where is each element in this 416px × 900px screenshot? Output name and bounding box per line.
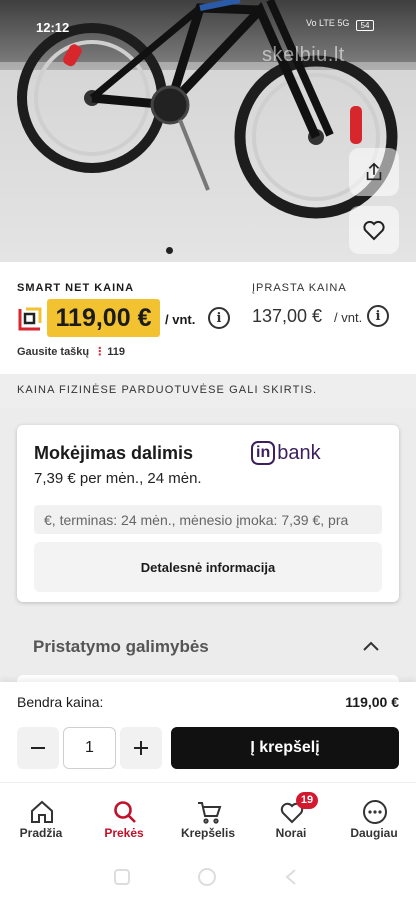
plus-icon (134, 741, 148, 755)
network-indicator: Vo LTE 5G (306, 18, 350, 28)
installment-card: Mokėjimas dalimis 7,39 € per mėn., 24 mė… (17, 425, 399, 602)
battery-icon: 54 (356, 20, 374, 31)
points-icon: ⋮ (94, 346, 106, 358)
nav-label-cart: Krepšelis (180, 826, 236, 840)
home-system-icon[interactable] (196, 866, 218, 888)
installment-terms-ticker: €, terminas: 24 mėn., mėnesio įmoka: 7,3… (34, 505, 382, 534)
carousel-indicator[interactable] (166, 247, 173, 254)
info-icon[interactable]: i (208, 307, 230, 329)
add-to-cart-button[interactable]: Į krepšelį (171, 727, 399, 769)
wishlist-button[interactable] (349, 206, 399, 254)
nav-label-wishlist: Norai (275, 826, 307, 840)
regular-price-value: 137,00 € (252, 306, 323, 326)
inbank-logo: in bank (251, 441, 321, 465)
back-icon[interactable] (283, 868, 299, 886)
more-icon (363, 800, 387, 824)
product-image[interactable]: 12:12 Vo LTE 5G 54 skelbiu.lt (0, 0, 416, 262)
installment-title: Mokėjimas dalimis (34, 443, 194, 463)
nav-item-home[interactable]: Pradžia (1, 783, 81, 853)
inbank-logo-in: in (251, 441, 276, 465)
search-icon (114, 801, 136, 823)
share-icon (366, 162, 382, 181)
nav-label-products: Prekės (104, 826, 144, 840)
watermark: skelbiu.lt (262, 44, 345, 66)
quantity-increase-button[interactable] (120, 727, 162, 769)
nav-item-wishlist[interactable]: 19 Norai (251, 783, 331, 853)
total-value: 119,00 € (345, 694, 399, 710)
status-bar: 12:12 Vo LTE 5G 54 (0, 0, 416, 35)
smart-price-unit: / vnt. (165, 312, 196, 327)
nav-item-more[interactable]: Daugiau (334, 783, 414, 853)
nav-label-more: Daugiau (350, 826, 398, 840)
system-navigation-bar (0, 852, 416, 900)
heart-icon (363, 220, 385, 241)
quantity-input[interactable]: 1 (63, 727, 116, 769)
nav-label-home: Pradžia (19, 826, 63, 840)
points-value: 119 (107, 346, 125, 358)
minus-icon (31, 747, 45, 749)
loyalty-points: Gausite taškų ⋮ 119 (17, 345, 125, 358)
installment-subtitle: 7,39 € per mėn., 24 mėn. (34, 470, 202, 487)
purchase-bar: Bendra kaina: 119,00 € 1 Į krepšelį (0, 682, 416, 782)
smart-price-value: 119,00 € (47, 299, 160, 337)
delivery-section-title[interactable]: Pristatymo galimybės (33, 637, 209, 657)
points-label: Gausite taškų (17, 346, 90, 358)
regular-price-unit: / vnt. (334, 310, 363, 325)
nav-item-cart[interactable]: Krepšelis (168, 783, 248, 853)
regular-price-label: ĮPRASTA KAINA (252, 282, 347, 294)
info-icon[interactable]: i (367, 305, 389, 327)
nav-item-products[interactable]: Prekės (84, 783, 164, 853)
status-time: 12:12 (36, 20, 70, 35)
share-button[interactable] (349, 148, 399, 196)
price-notice: KAINA FIZINĖSE PARDUOTUVĖSE GALI SKIRTIS… (0, 374, 416, 408)
chevron-up-icon[interactable] (362, 640, 380, 652)
recent-apps-icon[interactable] (113, 868, 131, 886)
cart-icon (198, 802, 222, 824)
details-button[interactable]: Detalesnė informacija (34, 542, 382, 592)
inbank-logo-bank: bank (277, 441, 321, 464)
wishlist-count-badge: 19 (296, 792, 318, 809)
smart-net-logo (18, 307, 42, 331)
total-label: Bendra kaina: (17, 694, 104, 710)
quantity-decrease-button[interactable] (17, 727, 59, 769)
home-icon (31, 800, 53, 823)
smart-price-label: SMART NET KAINA (17, 282, 135, 294)
bottom-navigation: Pradžia Prekės Krepšelis 19 Norai Daugia… (0, 782, 416, 852)
